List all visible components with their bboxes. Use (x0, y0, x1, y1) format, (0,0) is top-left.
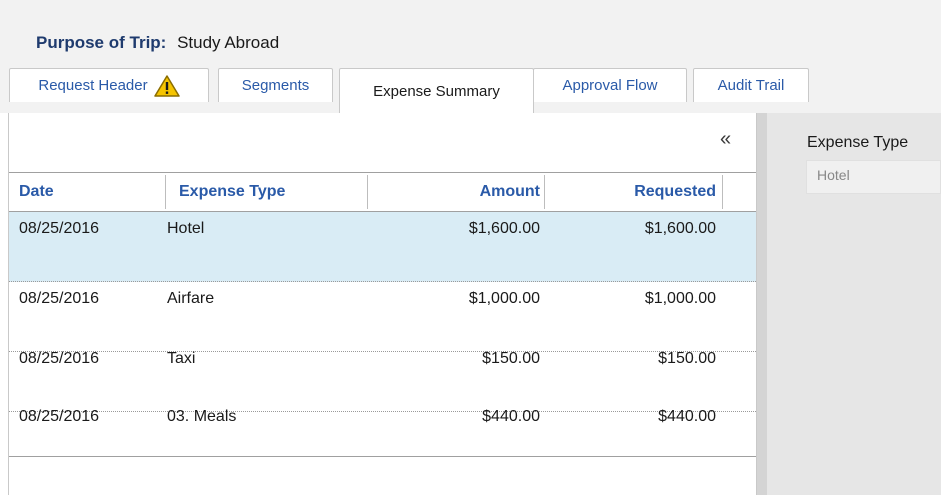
cell-requested: $440.00 (658, 408, 716, 425)
tab-expense-summary[interactable]: Expense Summary (339, 68, 534, 113)
table-row[interactable]: 08/25/2016 Hotel $1,600.00 $1,600.00 (9, 212, 756, 282)
tab-label: Audit Trail (717, 77, 785, 94)
table-header: Date Expense Type Amount Requested (9, 172, 756, 212)
column-header-date[interactable]: Date (19, 173, 54, 211)
panel-splitter[interactable] (757, 113, 767, 495)
tab-approval-flow[interactable]: Approval Flow (533, 68, 687, 102)
tab-request-header[interactable]: Request Header (9, 68, 209, 102)
tab-segments[interactable]: Segments (218, 68, 333, 102)
table-bottom-border (9, 456, 756, 457)
tab-label: Approval Flow (562, 77, 658, 94)
tab-label: Request Header (38, 77, 148, 94)
purpose-value: Study Abroad (177, 33, 280, 52)
expense-type-label: Expense Type (807, 134, 909, 151)
column-header-amount[interactable]: Amount (480, 173, 540, 211)
tab-label: Segments (241, 77, 310, 94)
cell-requested: $1,000.00 (644, 290, 716, 307)
column-divider (722, 175, 723, 209)
collapse-left-icon[interactable]: « (720, 128, 731, 151)
warning-icon (153, 74, 180, 98)
column-header-requested[interactable]: Requested (634, 173, 716, 211)
cell-requested: $1,600.00 (644, 220, 716, 237)
expense-type-field[interactable]: Hotel (806, 160, 941, 194)
cell-amount: $1,600.00 (468, 220, 540, 237)
cell-expense-type: Hotel (167, 220, 205, 237)
column-divider (367, 175, 368, 209)
purpose-label: Purpose of Trip: (36, 33, 167, 52)
cell-expense-type: 03. Meals (167, 408, 237, 425)
cell-amount: $1,000.00 (468, 290, 540, 307)
column-divider (544, 175, 545, 209)
cell-date: 08/25/2016 (19, 350, 100, 367)
cell-date: 08/25/2016 (19, 290, 100, 307)
column-header-expense-type[interactable]: Expense Type (179, 173, 285, 211)
tab-audit-trail[interactable]: Audit Trail (693, 68, 809, 102)
cell-amount: $150.00 (482, 350, 540, 367)
cell-expense-type: Airfare (167, 290, 215, 307)
cell-amount: $440.00 (482, 408, 540, 425)
cell-expense-type: Taxi (167, 350, 196, 367)
column-divider (165, 175, 166, 209)
cell-requested: $150.00 (658, 350, 716, 367)
cell-date: 08/25/2016 (19, 220, 100, 237)
cell-date: 08/25/2016 (19, 408, 100, 425)
table-row[interactable]: 08/25/2016 03. Meals $440.00 $440.00 (9, 400, 756, 470)
tab-label: Expense Summary (373, 82, 500, 100)
purpose-of-trip: Purpose of Trip: Study Abroad (36, 33, 279, 53)
